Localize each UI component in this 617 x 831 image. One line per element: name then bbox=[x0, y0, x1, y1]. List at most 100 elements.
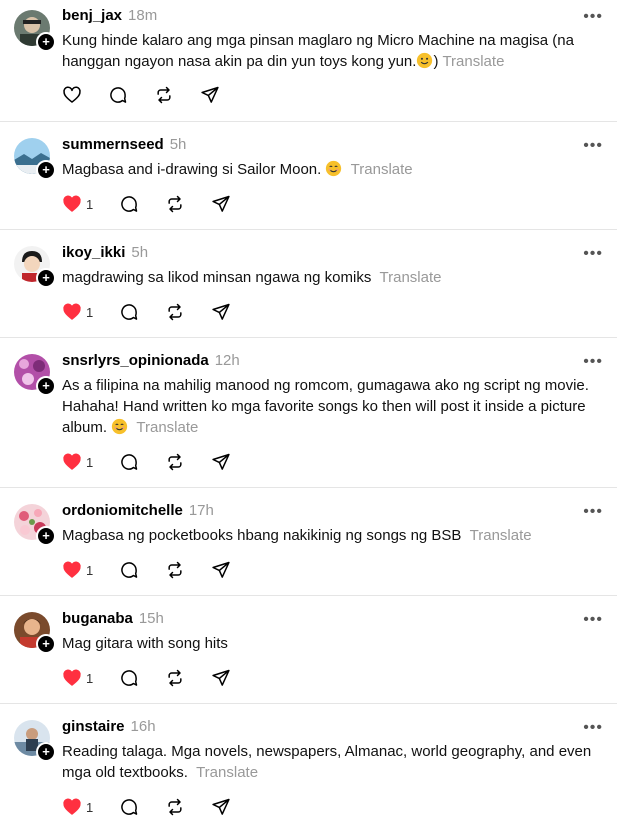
avatar[interactable]: + bbox=[14, 10, 56, 52]
like-button[interactable]: 1 bbox=[62, 302, 93, 322]
more-options-icon[interactable]: ••• bbox=[583, 504, 603, 520]
like-button[interactable]: 1 bbox=[62, 194, 93, 214]
like-button[interactable] bbox=[62, 85, 82, 105]
username[interactable]: ikoy_ikki bbox=[62, 244, 125, 261]
like-button[interactable]: 1 bbox=[62, 452, 93, 472]
post: + ordoniomitchelle 17h ••• Magbasa ng poc… bbox=[0, 488, 617, 596]
smiling-emoji-icon bbox=[112, 418, 128, 435]
reply-button[interactable] bbox=[119, 668, 139, 688]
post-text: magdrawing sa likod minsan ngawa ng komi… bbox=[62, 267, 593, 288]
send-icon bbox=[212, 303, 230, 320]
heart-filled-icon bbox=[63, 669, 81, 686]
like-button[interactable]: 1 bbox=[62, 797, 93, 817]
post-text-content: Mag gitara with song hits bbox=[62, 635, 228, 652]
like-count: 1 bbox=[86, 196, 94, 212]
comment-icon bbox=[121, 799, 138, 815]
timestamp: 12h bbox=[214, 352, 240, 369]
reply-button[interactable] bbox=[119, 560, 139, 580]
repost-icon bbox=[168, 798, 182, 816]
more-options-icon[interactable]: ••• bbox=[583, 246, 603, 262]
avatar[interactable]: + bbox=[14, 138, 56, 180]
share-button[interactable] bbox=[211, 668, 231, 688]
post-header: buganaba 15h bbox=[62, 610, 164, 627]
like-count: 1 bbox=[86, 454, 94, 470]
like-count: 1 bbox=[86, 670, 94, 686]
post: + snsrlyrs_opinionada 12h ••• As a filipi… bbox=[0, 338, 617, 488]
post-header: snsrlyrs_opinionada 12h bbox=[62, 352, 240, 369]
like-button[interactable]: 1 bbox=[62, 560, 93, 580]
more-options-icon[interactable]: ••• bbox=[583, 612, 603, 628]
reply-button[interactable] bbox=[119, 302, 139, 322]
reply-button[interactable] bbox=[108, 85, 128, 105]
repost-button[interactable] bbox=[165, 302, 185, 322]
timestamp: 5h bbox=[131, 244, 149, 261]
post-actions: 1 bbox=[62, 559, 257, 581]
avatar[interactable]: + bbox=[14, 612, 56, 654]
post-text: Magbasa and i-drawing si Sailor Moon. Tr… bbox=[62, 159, 593, 180]
timestamp: 5h bbox=[169, 136, 187, 153]
repost-button[interactable] bbox=[154, 85, 174, 105]
translate-link[interactable]: Translate bbox=[351, 161, 413, 178]
reply-button[interactable] bbox=[119, 452, 139, 472]
more-options-icon[interactable]: ••• bbox=[583, 720, 603, 736]
follow-plus-icon[interactable]: + bbox=[36, 376, 56, 396]
follow-plus-icon[interactable]: + bbox=[36, 268, 56, 288]
share-button[interactable] bbox=[211, 452, 231, 472]
repost-button[interactable] bbox=[165, 194, 185, 214]
repost-icon bbox=[168, 561, 182, 579]
username[interactable]: ordoniomitchelle bbox=[62, 502, 183, 519]
post: + benj_jax 18m ••• Kung hinde kalaro ang … bbox=[0, 0, 617, 122]
username[interactable]: benj_jax bbox=[62, 7, 122, 24]
translate-link[interactable]: Translate bbox=[442, 53, 504, 70]
post-header: summernseed 5h bbox=[62, 136, 186, 153]
avatar[interactable]: + bbox=[14, 354, 56, 396]
post-actions: 1 bbox=[62, 193, 257, 215]
send-icon bbox=[212, 669, 230, 686]
follow-plus-icon[interactable]: + bbox=[36, 160, 56, 180]
follow-plus-icon[interactable]: + bbox=[36, 526, 56, 546]
translate-link[interactable]: Translate bbox=[470, 527, 532, 544]
repost-button[interactable] bbox=[165, 797, 185, 817]
username[interactable]: buganaba bbox=[62, 610, 133, 627]
follow-plus-icon[interactable]: + bbox=[36, 32, 56, 52]
heart-filled-icon bbox=[63, 798, 81, 815]
post-text-content: Magbasa and i-drawing si Sailor Moon. bbox=[62, 161, 322, 178]
more-options-icon[interactable]: ••• bbox=[583, 138, 603, 154]
reply-button[interactable] bbox=[119, 797, 139, 817]
translate-link[interactable]: Translate bbox=[380, 269, 442, 286]
avatar[interactable]: + bbox=[14, 504, 56, 546]
post-actions: 1 bbox=[62, 451, 257, 473]
avatar[interactable]: + bbox=[14, 246, 56, 288]
timestamp: 17h bbox=[188, 502, 214, 519]
post: + ikoy_ikki 5h ••• magdrawing sa likod mi… bbox=[0, 230, 617, 338]
post-actions: 1 bbox=[62, 796, 257, 818]
more-options-icon[interactable]: ••• bbox=[583, 9, 603, 25]
post-text: Kung hinde kalaro ang mga pinsan maglaro… bbox=[62, 30, 593, 72]
follow-plus-icon[interactable]: + bbox=[36, 742, 56, 762]
timestamp: 16h bbox=[130, 718, 156, 735]
timestamp: 18m bbox=[128, 7, 158, 24]
username[interactable]: summernseed bbox=[62, 136, 164, 153]
share-button[interactable] bbox=[211, 302, 231, 322]
avatar[interactable]: + bbox=[14, 720, 56, 762]
like-count: 1 bbox=[86, 799, 94, 815]
translate-link[interactable]: Translate bbox=[196, 764, 258, 781]
repost-button[interactable] bbox=[165, 452, 185, 472]
reply-button[interactable] bbox=[119, 194, 139, 214]
post-text: Mag gitara with song hits bbox=[62, 633, 593, 654]
heart-filled-icon bbox=[63, 303, 81, 320]
username[interactable]: ginstaire bbox=[62, 718, 125, 735]
repost-button[interactable] bbox=[165, 668, 185, 688]
like-button[interactable]: 1 bbox=[62, 668, 93, 688]
username[interactable]: snsrlyrs_opinionada bbox=[62, 352, 209, 369]
translate-link[interactable]: Translate bbox=[136, 419, 198, 436]
heart-filled-icon bbox=[63, 453, 81, 470]
share-button[interactable] bbox=[200, 85, 220, 105]
share-button[interactable] bbox=[211, 194, 231, 214]
more-options-icon[interactable]: ••• bbox=[583, 354, 603, 370]
follow-plus-icon[interactable]: + bbox=[36, 634, 56, 654]
repost-icon bbox=[168, 303, 182, 321]
repost-button[interactable] bbox=[165, 560, 185, 580]
share-button[interactable] bbox=[211, 797, 231, 817]
share-button[interactable] bbox=[211, 560, 231, 580]
